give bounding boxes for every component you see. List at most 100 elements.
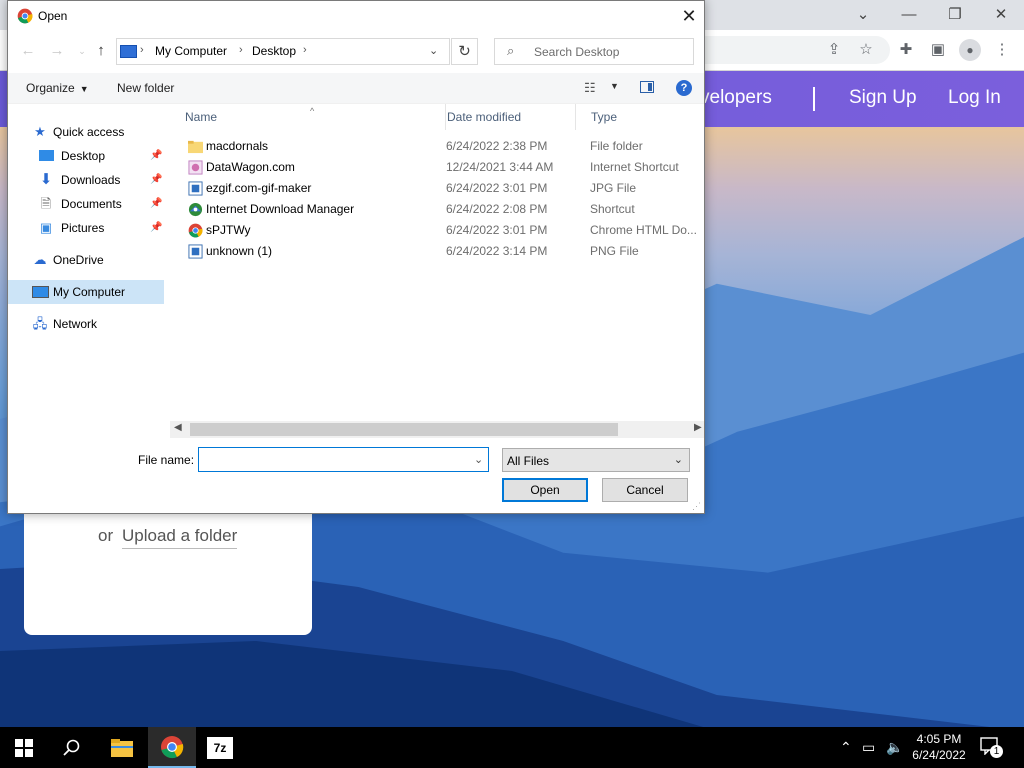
clock-time: 4:05 PM bbox=[916, 732, 962, 746]
column-header-type[interactable]: Type bbox=[576, 104, 704, 130]
taskbar-chrome[interactable] bbox=[148, 727, 196, 768]
column-header-date[interactable]: Date modified bbox=[432, 104, 576, 130]
horizontal-scrollbar[interactable]: ◀ ▶ bbox=[170, 421, 704, 438]
forward-arrow-icon[interactable]: → bbox=[47, 41, 67, 61]
sidebar-item-downloads[interactable]: ⬇ Downloads 📌 bbox=[38, 168, 164, 192]
file-name: macdornals bbox=[206, 139, 269, 153]
breadcrumb-desktop[interactable]: Desktop bbox=[252, 44, 296, 58]
upload-folder-link[interactable]: Upload a folder bbox=[122, 526, 238, 549]
taskbar-7zip[interactable]: 7z bbox=[196, 727, 244, 768]
nav-link-log-in[interactable]: Log In bbox=[948, 87, 1001, 109]
minimize-icon[interactable]: — bbox=[889, 4, 929, 26]
table-row[interactable]: Internet Download Manager 6/24/2022 2:08… bbox=[188, 199, 704, 220]
cancel-button[interactable]: Cancel bbox=[602, 478, 688, 502]
profile-avatar-icon[interactable]: ● bbox=[959, 39, 981, 61]
file-date: 6/24/2022 2:08 PM bbox=[446, 202, 548, 216]
notification-center-button[interactable]: 1 bbox=[980, 737, 1004, 759]
file-type: JPG File bbox=[590, 181, 637, 195]
help-icon[interactable]: ? bbox=[676, 80, 692, 96]
table-row[interactable]: sPJTWy 6/24/2022 3:01 PM Chrome HTML Do.… bbox=[188, 220, 704, 241]
file-date: 12/24/2021 3:44 AM bbox=[446, 160, 554, 174]
organize-label: Organize bbox=[26, 81, 75, 95]
open-button[interactable]: Open bbox=[502, 478, 588, 502]
file-date: 6/24/2022 3:14 PM bbox=[446, 244, 548, 258]
view-options-caret-icon[interactable]: ▼ bbox=[610, 81, 619, 91]
scroll-right-arrow-icon[interactable]: ▶ bbox=[694, 422, 702, 433]
new-folder-button[interactable]: New folder bbox=[117, 81, 174, 95]
network-status-icon[interactable]: ▭ bbox=[862, 739, 875, 756]
refresh-icon: ↻ bbox=[458, 43, 471, 60]
scroll-left-arrow-icon[interactable]: ◀ bbox=[174, 422, 182, 433]
sidebar-item-label: Pictures bbox=[61, 221, 105, 235]
computer-icon bbox=[120, 45, 137, 58]
start-button[interactable] bbox=[0, 727, 48, 768]
sidebar-item-pictures[interactable]: ▣ Pictures 📌 bbox=[38, 216, 164, 240]
system-clock[interactable]: 4:05 PM 6/24/2022 bbox=[908, 731, 970, 763]
search-icon: ⌕ bbox=[507, 43, 515, 58]
dialog-close-button[interactable]: ✕ bbox=[676, 4, 702, 28]
file-type-select[interactable]: All Files ⌄ bbox=[502, 448, 690, 472]
table-row[interactable]: DataWagon.com 12/24/2021 3:44 AM Interne… bbox=[188, 157, 704, 178]
7zip-icon: 7z bbox=[207, 736, 233, 759]
file-name: ezgif.com-gif-maker bbox=[206, 181, 312, 195]
sidebar-item-label: Desktop bbox=[61, 149, 106, 163]
nav-link-developers[interactable]: velopers bbox=[700, 87, 772, 109]
preview-pane-icon[interactable] bbox=[640, 81, 654, 93]
file-name-dropdown-chevron-icon[interactable]: ⌄ bbox=[474, 453, 483, 466]
sidebar-item-desktop[interactable]: Desktop 📌 bbox=[38, 144, 164, 168]
taskbar-search-button[interactable] bbox=[48, 727, 96, 768]
breadcrumb[interactable]: › My Computer › Desktop › ⌄ bbox=[116, 38, 450, 65]
document-icon: 🗎 bbox=[40, 196, 52, 211]
chevron-down-icon[interactable]: ⌄ bbox=[843, 4, 883, 26]
bookmark-star-icon[interactable]: ☆ bbox=[854, 38, 878, 62]
image-file-icon bbox=[188, 244, 203, 259]
extensions-icon[interactable]: ✚ bbox=[894, 38, 918, 62]
change-view-icon[interactable]: ☷ bbox=[584, 80, 596, 96]
recent-locations-chevron-icon[interactable]: ⌄ bbox=[72, 41, 92, 61]
close-icon[interactable]: ✕ bbox=[981, 4, 1021, 26]
file-name: sPJTWy bbox=[206, 223, 251, 237]
search-input[interactable]: ⌕ Search Desktop bbox=[494, 38, 694, 65]
share-icon[interactable]: ⇪ bbox=[822, 38, 846, 62]
column-header-name[interactable]: Name ^ bbox=[170, 104, 446, 130]
sidebar-item-my-computer[interactable]: My Computer bbox=[8, 280, 164, 304]
chrome-icon bbox=[161, 735, 184, 758]
address-dropdown-chevron-icon[interactable]: ⌄ bbox=[429, 44, 438, 57]
pin-icon: 📌 bbox=[150, 174, 163, 185]
scrollbar-thumb[interactable] bbox=[190, 423, 618, 436]
file-date: 6/24/2022 3:01 PM bbox=[446, 181, 548, 195]
sidebar-item-documents[interactable]: 🗎 Documents 📌 bbox=[38, 192, 164, 216]
organize-button[interactable]: Organize ▼ bbox=[26, 81, 89, 95]
sidebar-item-network[interactable]: 🖧 Network bbox=[32, 312, 162, 336]
table-row[interactable]: ezgif.com-gif-maker 6/24/2022 3:01 PM JP… bbox=[188, 178, 704, 199]
sidebar-item-onedrive[interactable]: ☁ OneDrive bbox=[32, 248, 162, 272]
table-row[interactable]: macdornals 6/24/2022 2:38 PM File folder bbox=[188, 136, 704, 157]
breadcrumb-separator-icon: › bbox=[239, 44, 243, 56]
breadcrumb-separator-icon: › bbox=[303, 44, 307, 56]
restore-icon[interactable]: ❐ bbox=[935, 4, 975, 26]
idm-shortcut-icon bbox=[188, 202, 203, 217]
show-hidden-icons-chevron-icon[interactable]: ⌃ bbox=[840, 739, 852, 756]
refresh-button[interactable]: ↻ bbox=[451, 38, 478, 65]
file-name: unknown (1) bbox=[206, 244, 273, 258]
back-arrow-icon[interactable]: ← bbox=[18, 41, 38, 61]
sidebar-item-label: Downloads bbox=[61, 173, 121, 187]
column-header-label: Name bbox=[185, 110, 218, 124]
file-type-value: All Files bbox=[507, 454, 550, 468]
up-arrow-icon[interactable]: ↑ bbox=[91, 41, 111, 61]
volume-icon[interactable]: 🔈 bbox=[886, 739, 903, 756]
internet-shortcut-icon bbox=[188, 160, 203, 175]
clock-date: 6/24/2022 bbox=[912, 748, 966, 762]
sort-ascending-icon: ^ bbox=[310, 106, 315, 116]
menu-kebab-icon[interactable]: ⋮ bbox=[990, 38, 1014, 62]
sidebar-item-quick-access[interactable]: ★ Quick access bbox=[32, 120, 162, 144]
close-icon: ✕ bbox=[681, 6, 697, 26]
breadcrumb-my-computer[interactable]: My Computer bbox=[155, 44, 227, 58]
nav-link-sign-up[interactable]: Sign Up bbox=[849, 87, 917, 109]
resize-grip-icon[interactable]: ⋰ bbox=[692, 501, 701, 512]
side-panel-icon[interactable]: ▣ bbox=[926, 38, 950, 62]
sidebar-item-label: Quick access bbox=[53, 125, 125, 139]
file-name-input[interactable] bbox=[198, 447, 489, 472]
taskbar-file-explorer[interactable] bbox=[98, 727, 146, 768]
table-row[interactable]: unknown (1) 6/24/2022 3:14 PM PNG File bbox=[188, 241, 704, 262]
